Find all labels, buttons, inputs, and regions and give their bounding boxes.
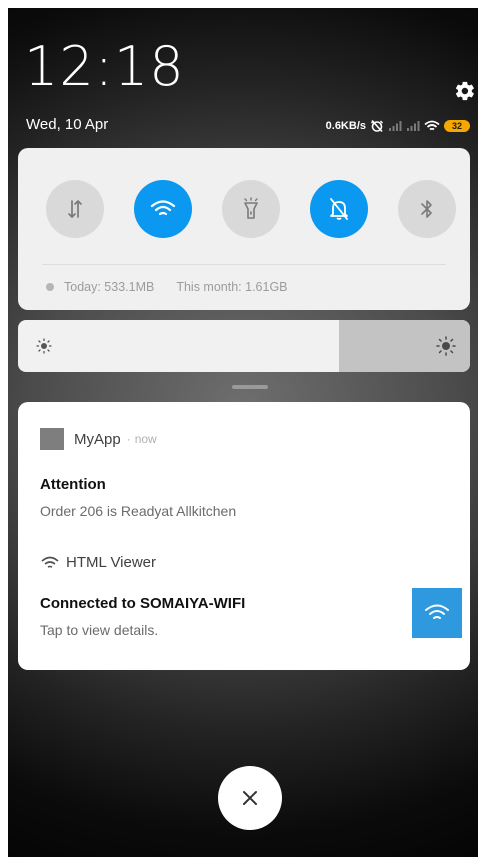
app-icon	[40, 428, 64, 450]
flashlight-toggle[interactable]	[222, 180, 280, 238]
bluetooth-icon	[421, 200, 432, 218]
notification-separator: ·	[126, 432, 131, 446]
flashlight-icon	[244, 197, 258, 219]
signal-icon	[407, 121, 420, 131]
wifi-toggle[interactable]	[134, 180, 192, 238]
battery-icon: 32	[444, 120, 470, 132]
wifi-small-icon	[41, 556, 59, 568]
data-toggle[interactable]	[46, 180, 104, 238]
notification-header-myapp: MyApp · now	[40, 428, 157, 450]
wifi-settings-button[interactable]	[412, 588, 462, 638]
date: Wed, 10 Apr	[26, 116, 109, 133]
alarm-off-icon	[371, 119, 383, 133]
status-bar-icons: 0.6KB/s 32	[326, 118, 470, 134]
notification-time: now	[134, 432, 157, 446]
wifi-icon	[150, 200, 176, 216]
quick-settings-panel: Today: 533.1MB This month: 1.61GB	[18, 148, 470, 310]
notification-header-html-viewer: HTML Viewer	[40, 554, 156, 571]
close-icon	[243, 791, 257, 805]
drag-handle[interactable]	[232, 385, 268, 389]
brightness-low-icon	[36, 338, 52, 354]
gear-icon[interactable]	[454, 80, 476, 102]
divider	[42, 264, 446, 265]
data-usage: Today: 533.1MB This month: 1.61GB	[46, 280, 288, 294]
notification-body: Order 206 is Readyat Allkitchen	[40, 503, 237, 519]
wifi-icon	[424, 120, 440, 130]
notification-title: Attention	[40, 476, 106, 493]
lockscreen-notification-shade: 12:18 Wed, 10 Apr 0.6KB/s 32 Today: 533.…	[8, 8, 478, 857]
notification-title: Connected to SOMAIYA-WIFI	[40, 595, 246, 612]
bell-off-icon	[330, 198, 348, 220]
clear-notifications-button[interactable]	[218, 766, 282, 830]
notification-card[interactable]: MyApp · now Attention Order 206 is Ready…	[18, 402, 470, 670]
usage-dot-icon	[46, 283, 54, 291]
app-name: HTML Viewer	[66, 554, 157, 571]
notification-body: Tap to view details.	[40, 622, 159, 638]
wifi-icon	[425, 604, 449, 619]
network-speed: 0.6KB/s	[325, 120, 366, 132]
brightness-high-icon	[436, 336, 456, 356]
brightness-slider[interactable]	[18, 320, 470, 372]
mute-toggle[interactable]	[310, 180, 368, 238]
data-transfer-icon	[68, 200, 82, 218]
battery-level: 32	[451, 121, 462, 131]
usage-month: This month: 1.61GB	[176, 280, 288, 294]
usage-today: Today: 533.1MB	[64, 280, 155, 294]
signal-icon	[389, 121, 402, 131]
app-name: MyApp	[74, 430, 121, 448]
clock: 12:18	[24, 35, 185, 98]
bluetooth-toggle[interactable]	[398, 180, 456, 238]
